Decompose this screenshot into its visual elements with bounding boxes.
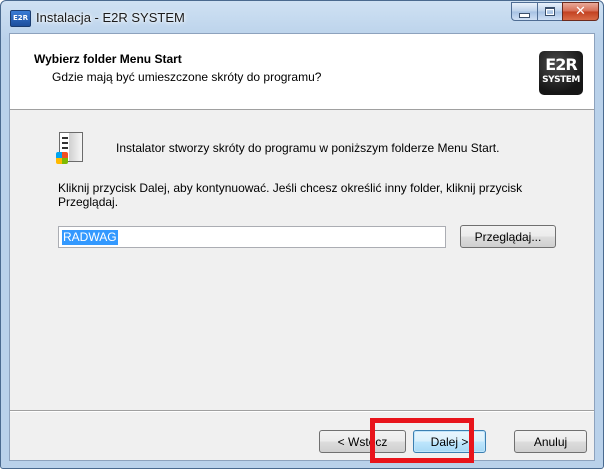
browse-button[interactable]: Przeglądaj... [460, 225, 556, 248]
cancel-button[interactable]: Anuluj [514, 430, 587, 453]
close-button[interactable]: ✕ [562, 2, 599, 21]
maximize-icon [545, 7, 555, 16]
app-icon: E2R [10, 10, 31, 27]
instruction-line-1: Kliknij przycisk Dalej, aby kontynuować.… [58, 181, 523, 195]
footer-separator [10, 410, 594, 412]
instruction-text: Kliknij przycisk Dalej, aby kontynuować.… [58, 181, 558, 209]
page-subtitle: Gdzie mają być umieszczone skróty do pro… [52, 70, 322, 84]
start-menu-folder-icon [56, 132, 84, 166]
next-button[interactable]: Dalej > [413, 430, 486, 453]
page-title: Wybierz folder Menu Start [34, 52, 182, 66]
minimize-icon [519, 12, 530, 18]
instruction-line-2: Przeglądaj. [58, 195, 119, 209]
e2r-logo: E2R SYSTEM [539, 51, 583, 95]
info-text: Instalator stworzy skróty do programu w … [116, 141, 500, 155]
logo-sub-text: SYSTEM [542, 75, 580, 85]
window-title: Instalacja - E2R SYSTEM [36, 10, 185, 25]
wizard-body: Wybierz folder Menu Start Gdzie mają być… [9, 33, 595, 461]
folder-name-input[interactable]: RADWAG [58, 226, 446, 248]
close-icon: ✕ [575, 4, 586, 19]
maximize-button[interactable] [537, 2, 563, 21]
minimize-button[interactable] [511, 2, 538, 21]
folder-name-value: RADWAG [62, 229, 118, 245]
title-bar[interactable]: E2R Instalacja - E2R SYSTEM ✕ [1, 1, 603, 34]
wizard-header: Wybierz folder Menu Start Gdzie mają być… [10, 34, 594, 110]
back-button[interactable]: < Wstecz [319, 430, 406, 453]
installer-window: E2R Instalacja - E2R SYSTEM ✕ Wybierz fo… [0, 0, 604, 469]
logo-main-text: E2R [545, 55, 577, 74]
